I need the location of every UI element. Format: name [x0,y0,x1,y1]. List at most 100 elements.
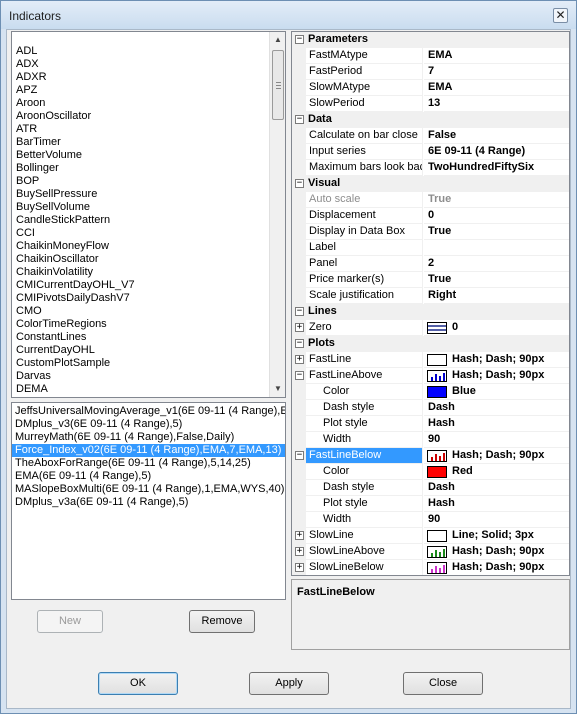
prop-fastlinebelow-dash-style[interactable]: Dash style Dash [292,480,569,496]
category-plots[interactable]: − Plots [292,336,569,352]
scroll-up-arrow-icon[interactable]: ▲ [270,32,285,48]
indicator-list-item[interactable]: ChaikinMoneyFlow [16,240,109,253]
indicator-list-item[interactable]: ChaikinOscillator [16,253,99,266]
prop-label[interactable]: Label [292,240,569,256]
new-button[interactable]: New [37,610,103,633]
prop-fastlinebelow-color[interactable]: Color Red [292,464,569,480]
prop-calculate-on-bar-close[interactable]: Calculate on bar close False [292,128,569,144]
apply-button[interactable]: Apply [249,672,329,695]
collapse-icon[interactable]: − [295,35,304,44]
expand-icon[interactable]: + [295,323,304,332]
applied-indicators-list[interactable]: JeffsUniversalMovingAverage_v1(6E 09-11 … [11,402,286,600]
applied-indicator-item[interactable]: MurreyMath(6E 09-11 (4 Range),False,Dail… [12,431,285,444]
prop-scale-justification[interactable]: Scale justification Right [292,288,569,304]
bar-plot-icon [427,450,447,462]
applied-indicator-item[interactable]: MASlopeBoxMulti(6E 09-11 (4 Range),1,EMA… [12,483,285,496]
applied-indicator-item[interactable]: DMplus_v3(6E 09-11 (4 Range),5) [12,418,285,431]
prop-fastmatype[interactable]: FastMAtype EMA [292,48,569,64]
indicator-list-item[interactable]: BuySellVolume [16,201,90,214]
indicator-list-item[interactable]: CMIPivotsDailyDashV7 [16,292,130,305]
indicator-list-item[interactable]: BOP [16,175,39,188]
prop-slowmatype[interactable]: SlowMAtype EMA [292,80,569,96]
remove-button[interactable]: Remove [189,610,255,633]
prop-slowlineabove[interactable]: + SlowLineAbove Hash; Dash; 90px [292,544,569,560]
collapse-icon[interactable]: − [295,179,304,188]
prop-fastlinebelow-plot-style[interactable]: Plot style Hash [292,496,569,512]
color-swatch [427,466,447,478]
indicator-list-item[interactable]: ATR [16,123,37,136]
prop-fastlineabove[interactable]: − FastLineAbove Hash; Dash; 90px [292,368,569,384]
expand-icon[interactable]: + [295,531,304,540]
prop-slowlinebelow[interactable]: + SlowLineBelow Hash; Dash; 90px [292,560,569,575]
color-swatch [427,386,447,398]
prop-zero-line[interactable]: + Zero 0 [292,320,569,336]
prop-fastlinebelow[interactable]: − FastLineBelow Hash; Dash; 90px [292,448,569,464]
applied-indicator-item[interactable]: TheAboxForRange(6E 09-11 (4 Range),5,14,… [12,457,285,470]
close-button[interactable]: Close [403,672,483,695]
scrollbar-thumb[interactable] [272,50,284,120]
indicator-list-item[interactable]: CMICurrentDayOHL_V7 [16,279,135,292]
indicator-list-item[interactable]: ConstantLines [16,331,86,344]
category-lines[interactable]: − Lines [292,304,569,320]
indicator-list-item[interactable]: Bollinger [16,162,59,175]
applied-indicator-item[interactable]: DMplus_v3a(6E 09-11 (4 Range),5) [12,496,285,509]
prop-fastlineabove-dash-style[interactable]: Dash style Dash [292,400,569,416]
ok-button[interactable]: OK [98,672,178,695]
indicator-list-item[interactable]: Darvas [16,370,51,383]
dialog-client: ▲ ▼ ADL ADX ADXR APZ Aroon AroonOscillator ATR… [6,29,571,709]
indicator-list-item[interactable]: ADXR [16,71,47,84]
indicator-list-item[interactable]: CandleStickPattern [16,214,110,227]
scroll-down-arrow-icon[interactable]: ▼ [270,381,285,397]
indicator-list-item[interactable]: ColorTimeRegions [16,318,107,331]
prop-slowperiod[interactable]: SlowPeriod 13 [292,96,569,112]
indicator-list-item[interactable]: AroonOscillator [16,110,91,123]
prop-price-markers[interactable]: Price marker(s) True [292,272,569,288]
indicator-list-item[interactable]: CMO [16,305,42,318]
applied-indicator-item[interactable]: Force_Index_v02(6E 09-11 (4 Range),EMA,7… [12,444,285,457]
indicator-list-item[interactable]: BuySellPressure [16,188,97,201]
collapse-icon[interactable]: − [295,339,304,348]
prop-slowline[interactable]: + SlowLine Line; Solid; 3px [292,528,569,544]
category-parameters[interactable]: − Parameters [292,32,569,48]
collapse-icon[interactable]: − [295,451,304,460]
indicator-list-item[interactable]: BarTimer [16,136,61,149]
prop-input-series[interactable]: Input series 6E 09-11 (4 Range) [292,144,569,160]
indicator-list-item[interactable]: CurrentDayOHL [16,344,95,357]
indicator-list-item[interactable]: ADX [16,58,39,71]
prop-fastlineabove-color[interactable]: Color Blue [292,384,569,400]
property-grid[interactable]: − Parameters FastMAtype EMA FastPeriod 7 S… [291,31,570,576]
collapse-icon[interactable]: − [295,371,304,380]
prop-maximum-bars-look-back[interactable]: Maximum bars look bacl TwoHundredFiftySix [292,160,569,176]
prop-auto-scale[interactable]: Auto scale True [292,192,569,208]
indicator-list-item[interactable]: CustomPlotSample [16,357,110,370]
applied-indicator-item[interactable]: EMA(6E 09-11 (4 Range),5) [12,470,285,483]
indicator-list-item[interactable]: BetterVolume [16,149,82,162]
indicator-list-item[interactable]: DEMA [16,383,48,396]
collapse-icon[interactable]: − [295,115,304,124]
prop-fastperiod[interactable]: FastPeriod 7 [292,64,569,80]
available-indicators-list[interactable]: ▲ ▼ ADL ADX ADXR APZ Aroon AroonOscillator ATR… [11,31,286,398]
expand-icon[interactable]: + [295,547,304,556]
category-data[interactable]: − Data [292,112,569,128]
expand-icon[interactable]: + [295,355,304,364]
indicator-list-item[interactable]: ADL [16,45,37,58]
prop-fastline[interactable]: + FastLine Hash; Dash; 90px [292,352,569,368]
indicator-list-item[interactable]: APZ [16,84,37,97]
title-bar[interactable]: Indicators ✕ [1,1,576,29]
category-visual[interactable]: − Visual [292,176,569,192]
indicator-list-item[interactable]: Aroon [16,97,45,110]
property-description-panel: FastLineBelow [291,579,570,650]
indicator-list-scrollbar[interactable]: ▲ ▼ [269,32,285,397]
prop-displacement[interactable]: Displacement 0 [292,208,569,224]
prop-panel[interactable]: Panel 2 [292,256,569,272]
close-window-button[interactable]: ✕ [553,8,568,23]
collapse-icon[interactable]: − [295,307,304,316]
prop-display-in-data-box[interactable]: Display in Data Box True [292,224,569,240]
expand-icon[interactable]: + [295,563,304,572]
prop-fastlineabove-plot-style[interactable]: Plot style Hash [292,416,569,432]
indicator-list-item[interactable]: CCI [16,227,35,240]
applied-indicator-item[interactable]: JeffsUniversalMovingAverage_v1(6E 09-11 … [12,405,285,418]
indicator-list-item[interactable]: ChaikinVolatility [16,266,93,279]
prop-fastlinebelow-width[interactable]: Width 90 [292,512,569,528]
prop-fastlineabove-width[interactable]: Width 90 [292,432,569,448]
